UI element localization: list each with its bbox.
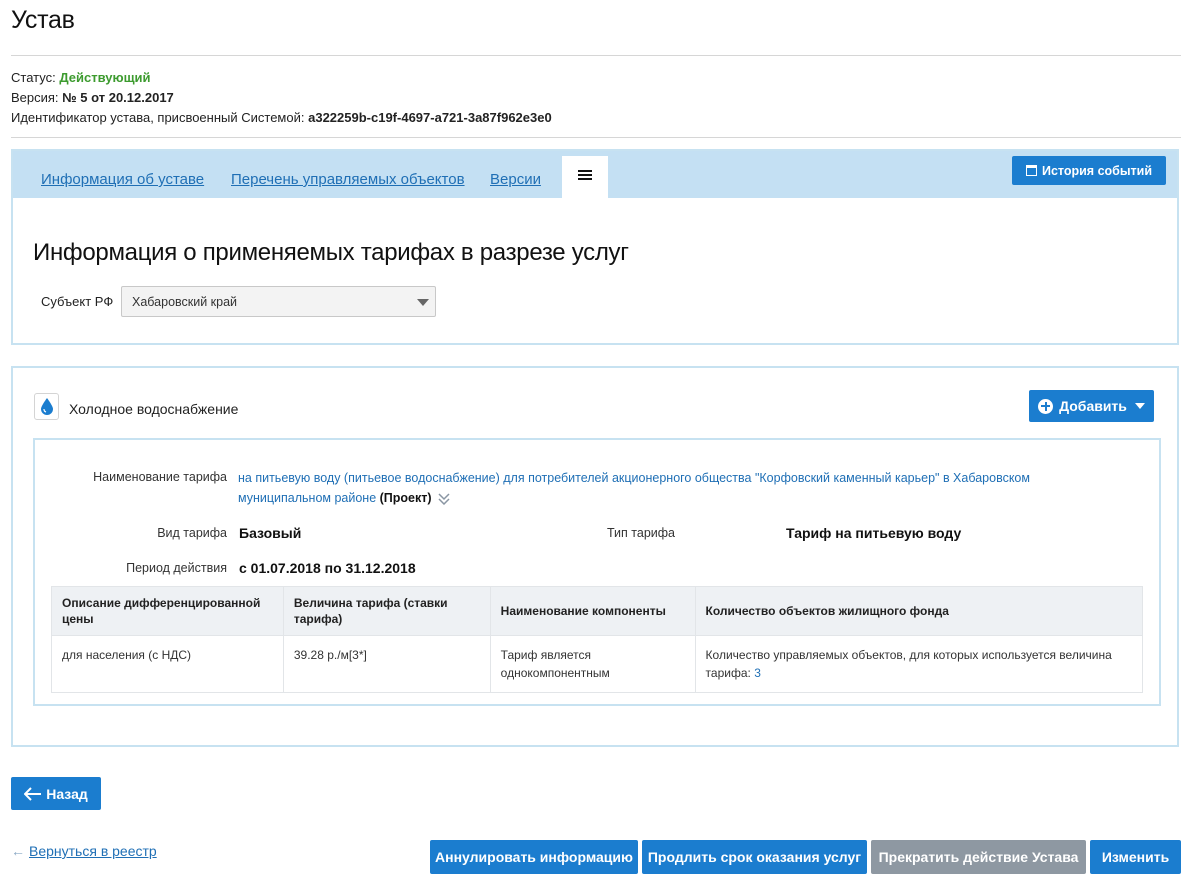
double-chevron-down-icon[interactable] xyxy=(438,493,450,505)
chevron-down-icon xyxy=(417,299,429,306)
table-row: для населения (с НДС) 39.28 р./м[3*] Тар… xyxy=(51,635,1144,693)
tariff-kind-value: Базовый xyxy=(239,525,302,541)
arrow-left-icon xyxy=(24,786,42,801)
tariff-table: Описание дифференцированной цены Величин… xyxy=(51,586,1144,693)
tab-bar: Информация об уставе Перечень управляемы… xyxy=(13,151,1177,198)
table-cell: Тариф является однокомпонентным xyxy=(489,635,696,693)
subject-select[interactable]: Хабаровский край xyxy=(121,286,436,317)
id-line: Идентификатор устава, присвоенный Систем… xyxy=(11,110,552,125)
subject-select-value: Хабаровский край xyxy=(132,295,238,309)
service-panel: Холодное водоснабжение Добавить Наименов… xyxy=(11,366,1179,747)
terminate-button[interactable]: Прекратить действие Устава xyxy=(871,840,1086,874)
objects-count-link[interactable]: 3 xyxy=(754,666,761,680)
column-header: Количество объектов жилищного фонда xyxy=(694,586,1144,636)
table-cell: 39.28 р./м[3*] xyxy=(282,635,491,693)
id-value: a322259b-c19f-4697-a721-3a87f962e3e0 xyxy=(308,110,552,125)
table-cell: Количество управляемых объектов, для кот… xyxy=(694,635,1144,693)
tab-versions[interactable]: Версии xyxy=(490,171,541,188)
page-title: Устав xyxy=(11,6,75,34)
period-value: с 01.07.2018 по 31.12.2018 xyxy=(239,560,416,576)
table-cell: для населения (с НДС) xyxy=(51,635,284,693)
add-button-label: Добавить xyxy=(1059,398,1127,414)
tab-managed-objects[interactable]: Перечень управляемых объектов xyxy=(231,171,465,188)
tariff-name-label: Наименование тарифа xyxy=(93,470,227,484)
registry-link[interactable]: Вернуться в реестр xyxy=(29,843,157,859)
tab-charter-info[interactable]: Информация об уставе xyxy=(41,171,204,188)
id-label: Идентификатор устава, присвоенный Систем… xyxy=(11,110,305,125)
column-header: Величина тарифа (ставки тарифа) xyxy=(282,586,491,636)
period-label: Период действия xyxy=(126,561,227,575)
divider xyxy=(11,137,1181,138)
arrow-left-icon: ← xyxy=(11,843,25,859)
tariff-name-link[interactable]: на питьевую воду (питьевое водоснабжение… xyxy=(238,471,1030,505)
list-icon xyxy=(578,170,592,182)
objects-text: Количество управляемых объектов, для кот… xyxy=(705,648,1112,680)
tariff-name: на питьевую воду (питьевое водоснабжение… xyxy=(238,468,1118,508)
back-button[interactable]: Назад xyxy=(11,777,101,810)
version-value: № 5 от 20.12.2017 xyxy=(62,90,174,105)
service-title: Холодное водоснабжение xyxy=(69,401,239,417)
version-line: Версия: № 5 от 20.12.2017 xyxy=(11,90,174,105)
column-header: Описание дифференцированной цены xyxy=(51,586,284,636)
tariff-type-label: Тип тарифа xyxy=(606,526,675,540)
plus-circle-icon xyxy=(1038,398,1054,414)
section-title: Информация о применяемых тарифах в разре… xyxy=(33,239,629,266)
tariff-status: (Проект) xyxy=(379,491,432,505)
version-label: Версия: xyxy=(11,90,59,105)
back-button-label: Назад xyxy=(46,785,88,802)
subject-label: Субъект РФ xyxy=(41,294,114,309)
table-header-row: Описание дифференцированной цены Величин… xyxy=(51,586,1144,636)
history-button-label: История событий xyxy=(1041,163,1153,178)
registry-link-wrap: ← Вернуться в реестр xyxy=(11,843,157,859)
tab-tariffs[interactable] xyxy=(562,156,608,198)
annul-button[interactable]: Аннулировать информацию xyxy=(430,840,638,874)
tariff-kind-label: Вид тарифа xyxy=(157,526,227,540)
tariff-card: Наименование тарифа на питьевую воду (пи… xyxy=(33,438,1161,706)
calendar-icon xyxy=(1025,165,1037,176)
status-label: Статус: xyxy=(11,70,56,85)
edit-button[interactable]: Изменить xyxy=(1090,840,1181,874)
history-button[interactable]: История событий xyxy=(1012,156,1166,185)
tariff-type-value: Тариф на питьевую воду xyxy=(786,525,962,541)
add-button[interactable]: Добавить xyxy=(1029,390,1154,422)
divider xyxy=(11,55,1181,56)
status-badge: Действующий xyxy=(59,70,151,85)
tabs-panel: Информация об уставе Перечень управляемы… xyxy=(11,149,1179,345)
status-line: Статус: Действующий xyxy=(11,70,151,85)
column-header: Наименование компоненты xyxy=(489,586,696,636)
extend-button[interactable]: Продлить срок оказания услуг xyxy=(642,840,867,874)
water-drop-icon xyxy=(34,393,59,420)
caret-down-icon xyxy=(1134,403,1145,409)
